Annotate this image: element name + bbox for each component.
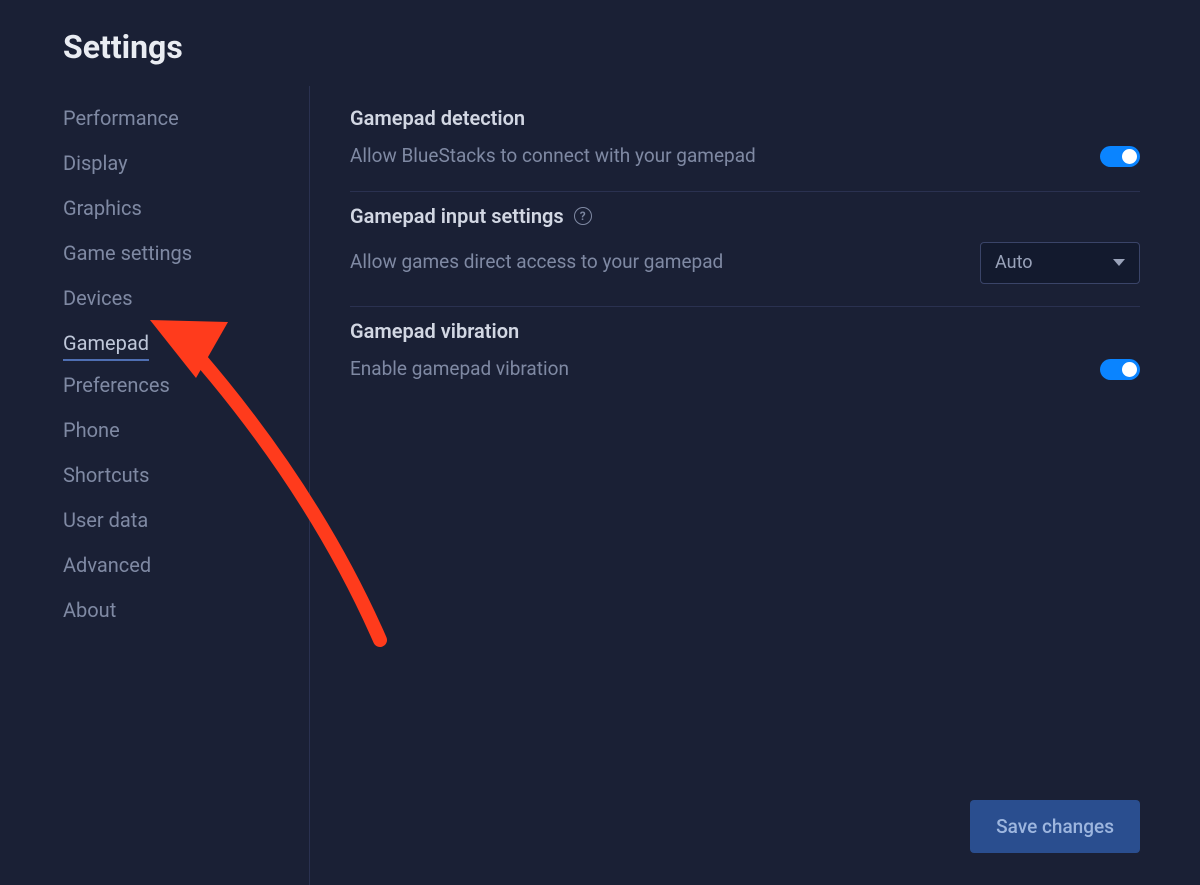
gamepad-input-select[interactable]: Auto <box>980 242 1140 284</box>
sidebar-item-gamepad[interactable]: Gamepad <box>63 323 149 361</box>
sidebar-item-devices[interactable]: Devices <box>63 278 133 319</box>
gamepad-vibration-toggle[interactable] <box>1100 359 1140 380</box>
chevron-down-icon <box>1113 259 1125 266</box>
sidebar-item-preferences[interactable]: Preferences <box>63 365 170 406</box>
sidebar-item-user-data[interactable]: User data <box>63 500 148 541</box>
settings-main: Gamepad detection Allow BlueStacks to co… <box>310 86 1200 885</box>
help-icon[interactable]: ? <box>574 207 592 225</box>
sidebar-item-phone[interactable]: Phone <box>63 410 120 451</box>
sidebar-item-game-settings[interactable]: Game settings <box>63 233 192 274</box>
gamepad-input-desc: Allow games direct access to your gamepa… <box>350 250 723 275</box>
settings-sidebar: PerformanceDisplayGraphicsGame settingsD… <box>0 86 310 885</box>
gamepad-detection-section: Gamepad detection Allow BlueStacks to co… <box>350 94 1140 192</box>
gamepad-input-title-text: Gamepad input settings <box>350 204 564 228</box>
sidebar-item-performance[interactable]: Performance <box>63 98 179 139</box>
gamepad-detection-desc: Allow BlueStacks to connect with your ga… <box>350 144 756 169</box>
sidebar-item-graphics[interactable]: Graphics <box>63 188 142 229</box>
page-title: Settings <box>63 28 1140 66</box>
gamepad-input-section: Gamepad input settings ? Allow games dir… <box>350 192 1140 307</box>
gamepad-input-select-value: Auto <box>995 252 1033 273</box>
sidebar-item-shortcuts[interactable]: Shortcuts <box>63 455 149 496</box>
sidebar-item-advanced[interactable]: Advanced <box>63 545 151 586</box>
gamepad-vibration-desc: Enable gamepad vibration <box>350 357 569 382</box>
gamepad-detection-toggle[interactable] <box>1100 146 1140 167</box>
sidebar-item-display[interactable]: Display <box>63 143 128 184</box>
gamepad-detection-title: Gamepad detection <box>350 106 1140 130</box>
save-changes-button[interactable]: Save changes <box>970 800 1140 853</box>
gamepad-input-title: Gamepad input settings ? <box>350 204 1140 228</box>
sidebar-item-about[interactable]: About <box>63 590 116 631</box>
gamepad-vibration-section: Gamepad vibration Enable gamepad vibrati… <box>350 307 1140 404</box>
gamepad-vibration-title: Gamepad vibration <box>350 319 1140 343</box>
